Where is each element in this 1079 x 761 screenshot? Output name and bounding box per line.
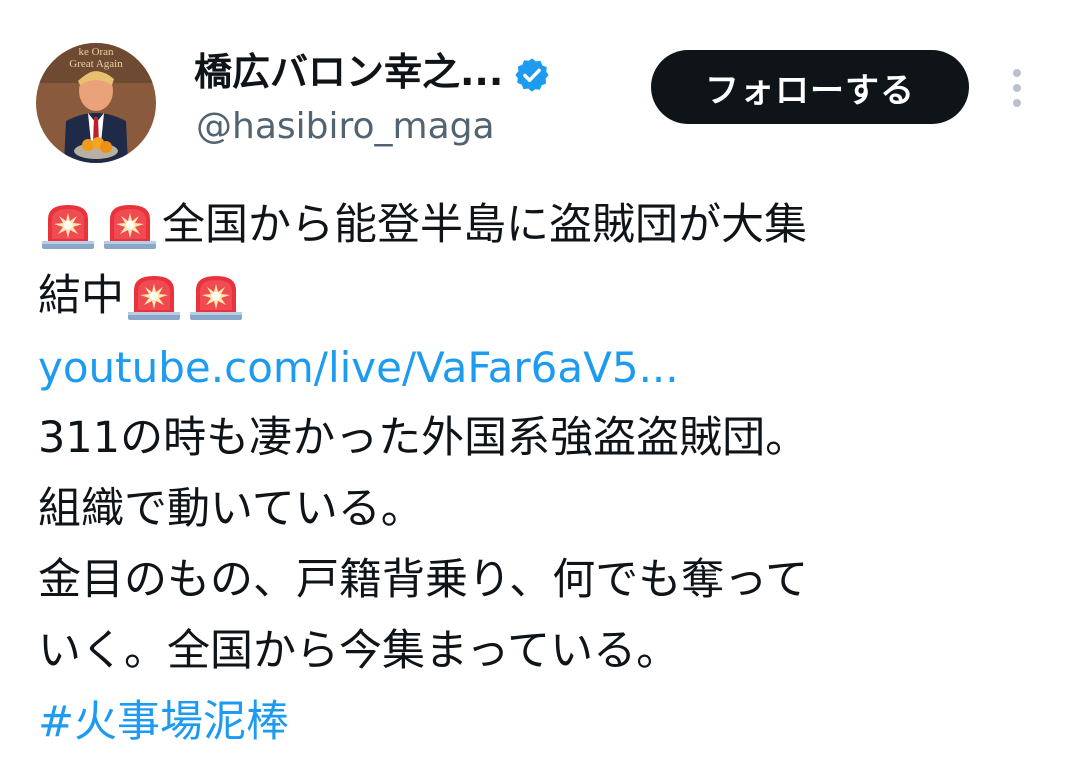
police-car-light-emoji [124, 272, 184, 322]
youtube-link[interactable]: youtube.com/live/VaFar6aV5... [38, 332, 679, 403]
avatar[interactable]: ke Oran Great Again [36, 43, 156, 163]
tweet-text: 金目のもの、戸籍背乗り、何でも奪って [38, 555, 809, 605]
avatar-text-1: ke Oran [78, 46, 114, 58]
tweet-line-4: 311の時も凄かった外国系強盗盗賊団。 [38, 403, 1058, 474]
follow-button[interactable]: フォローする [651, 50, 969, 124]
tweet-line-3: youtube.com/live/VaFar6aV5... [38, 332, 1058, 403]
tweet-body: 全国から能登半島に盗賊団が大集 結中 youtube.com/live/VaFa… [38, 190, 1058, 758]
verified-badge-icon [513, 53, 551, 92]
police-car-light-emoji [100, 201, 160, 251]
tweet-text: 311の時も凄かった外国系強盗盗賊団。 [38, 413, 809, 463]
avatar-text-2: Great Again [69, 58, 123, 70]
author-display-name[interactable]: 橋広バロン幸之... [194, 44, 551, 100]
author-handle[interactable]: @hasibiro_maga [196, 100, 495, 154]
tweet-text: 全国から能登半島に盗賊団が大集 [162, 200, 807, 250]
tweet-line-1: 全国から能登半島に盗賊団が大集 [38, 190, 1058, 261]
police-car-light-emoji [186, 272, 246, 322]
tweet-text: 結中 [38, 271, 124, 321]
display-name-text: 橋広バロン幸之... [194, 50, 504, 94]
more-vertical-icon[interactable] [1005, 66, 1029, 110]
tweet-line-2: 結中 [38, 261, 1058, 332]
hashtag-link[interactable]: #火事場泥棒 [38, 687, 289, 758]
police-car-light-emoji [38, 201, 98, 251]
tweet-line-8: #火事場泥棒 [38, 687, 1058, 758]
tweet-line-7: いく。全国から今集まっている。 [38, 616, 1058, 687]
tweet-line-5: 組織で動いている。 [38, 474, 1058, 545]
tweet-text: いく。全国から今集まっている。 [38, 626, 680, 676]
tweet-text: 組織で動いている。 [38, 484, 424, 534]
tweet-line-6: 金目のもの、戸籍背乗り、何でも奪って [38, 545, 1058, 616]
